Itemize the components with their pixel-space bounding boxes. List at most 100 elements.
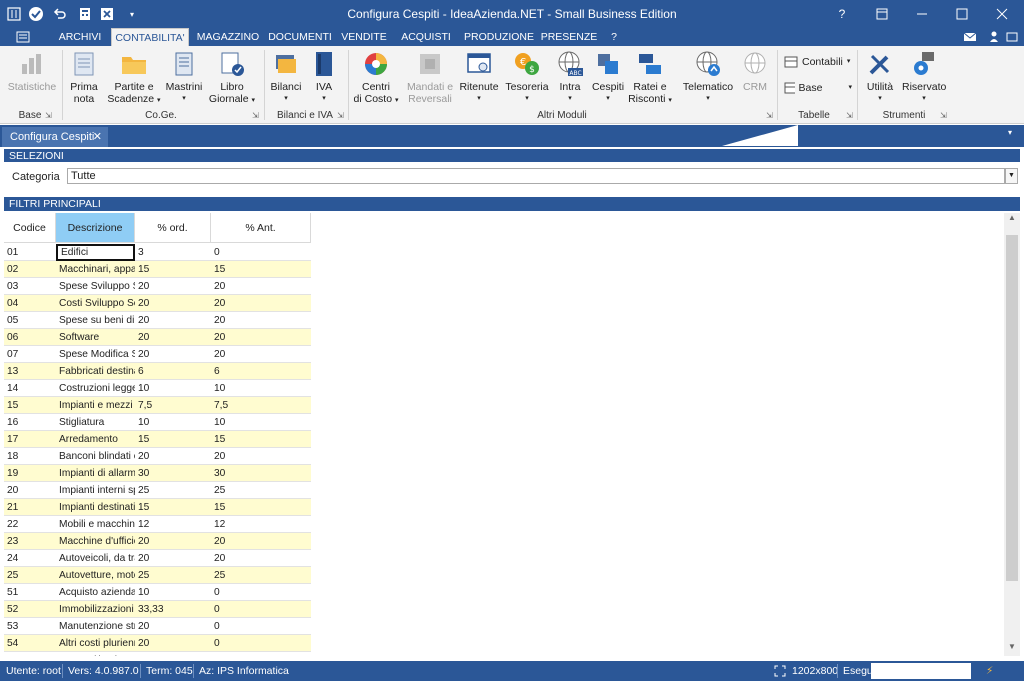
cell-perc-ord[interactable]: 20	[135, 346, 211, 363]
cell-codice[interactable]: 53	[4, 618, 56, 635]
layout-icon[interactable]	[1004, 28, 1020, 46]
lightning-icon[interactable]: ⚡	[986, 661, 993, 681]
cell-descrizione[interactable]: Costruzioni leggere	[56, 380, 135, 397]
cell-perc-ord[interactable]: 20	[135, 635, 211, 652]
cell-perc-ant[interactable]: 20	[211, 448, 311, 465]
cell-codice[interactable]: 51	[4, 584, 56, 601]
esegui-input[interactable]	[871, 663, 971, 679]
cell-perc-ant[interactable]: 20	[211, 533, 311, 550]
group-altri-launcher-icon[interactable]: ⇲	[766, 111, 773, 120]
bilanci-button[interactable]: Bilanci ▾	[268, 50, 304, 105]
group-coge-launcher-icon[interactable]: ⇲	[252, 111, 259, 120]
cell-perc-ord[interactable]: 12	[135, 516, 211, 533]
libro-giornale-button[interactable]: Libro Giornale ▾	[208, 50, 256, 107]
table-row[interactable]: 22Mobili e macchine ordinarie1212	[4, 516, 311, 533]
group-strumenti-launcher-icon[interactable]: ⇲	[940, 111, 947, 120]
cell-descrizione[interactable]: Impianti di allarme, ripresa	[56, 465, 135, 482]
column-header-descrizione[interactable]: Descrizione	[56, 213, 135, 243]
cell-perc-ant[interactable]: 25	[211, 567, 311, 584]
table-row[interactable]: 15Impianti e mezzi di sollevamento7,57,5	[4, 397, 311, 414]
ritenute-button[interactable]: Ritenute ▾	[458, 50, 500, 105]
cell-descrizione[interactable]: Mobili e macchine ordinarie	[56, 516, 135, 533]
cell-codice[interactable]: 13	[4, 363, 56, 380]
grid-vertical-scrollbar[interactable]: ▲ ▼	[1004, 213, 1020, 656]
cell-perc-ord[interactable]: 30	[135, 465, 211, 482]
cell-descrizione[interactable]: Manutenzione straordinaria	[56, 618, 135, 635]
table-row[interactable]: 18Banconi blindati o con cristalli2020	[4, 448, 311, 465]
group-bilanci-launcher-icon[interactable]: ⇲	[337, 111, 344, 120]
cell-descrizione[interactable]: Spese su beni di terzi	[56, 312, 135, 329]
cell-perc-ord[interactable]: 15	[135, 431, 211, 448]
cell-descrizione[interactable]: Macchinari, apparecchi	[56, 261, 135, 278]
table-row[interactable]: 13Fabbricati destinati66	[4, 363, 311, 380]
cell-codice[interactable]: 54	[4, 635, 56, 652]
cell-perc-ant[interactable]: 15	[211, 431, 311, 448]
cell-descrizione[interactable]: Acquisto azienda	[56, 584, 135, 601]
table-row[interactable]: 51 Acquisto azienda 10 0	[4, 584, 311, 601]
cell-perc-ord[interactable]: 20	[135, 312, 211, 329]
cell-perc-ant[interactable]: 0	[211, 635, 311, 652]
cell-perc-ant[interactable]: 20	[211, 278, 311, 295]
help-button[interactable]: ?	[822, 0, 862, 28]
table-row[interactable]: 25Autovetture, motoveicoli2525	[4, 567, 311, 584]
cell-codice[interactable]: 17	[4, 431, 56, 448]
iva-button[interactable]: IVA ▾	[308, 50, 340, 105]
menu-presenze[interactable]: PRESENZE	[540, 28, 598, 46]
fullscreen-icon[interactable]	[774, 661, 786, 681]
cell-perc-ant[interactable]: 30	[211, 465, 311, 482]
cell-perc-ant[interactable]: 12	[211, 516, 311, 533]
tesoreria-button[interactable]: € $ Tesoreria ▾	[504, 50, 550, 105]
centri-costo-button[interactable]: Centri di Costo ▾	[352, 50, 400, 107]
cell-descrizione[interactable]: Altri costi pluriennali	[56, 635, 135, 652]
table-row[interactable]: 20Impianti interni speciali2525	[4, 482, 311, 499]
riservato-button[interactable]: Riservato ▾	[902, 50, 946, 105]
cell-descrizione[interactable]: Stigliatura	[56, 414, 135, 431]
cell-perc-ord[interactable]: 20	[135, 618, 211, 635]
cell-descrizione[interactable]: Arredamento	[56, 431, 135, 448]
menu-acquisti[interactable]: ACQUISTI	[398, 28, 454, 46]
cell-perc-ord[interactable]: 20	[135, 448, 211, 465]
table-row[interactable]: 23Macchine d'ufficio elettroniche2020	[4, 533, 311, 550]
ratei-risconti-button[interactable]: Ratei e Risconti ▾	[628, 50, 672, 107]
table-row[interactable]: 54Altri costi pluriennali200	[4, 635, 311, 652]
cell-codice[interactable]: 04	[4, 295, 56, 312]
maximize-button[interactable]	[942, 0, 982, 28]
cell-perc-ant[interactable]: 0	[211, 618, 311, 635]
cell-codice[interactable]: 21	[4, 499, 56, 516]
cell-descrizione[interactable]: Impianti e mezzi di sollevamento	[56, 397, 135, 414]
cell-codice[interactable]: 19	[4, 465, 56, 482]
table-row[interactable]: 14Costruzioni leggere1010	[4, 380, 311, 397]
group-tabelle-launcher-icon[interactable]: ⇲	[846, 111, 853, 120]
cell-descrizione[interactable]: Impianti interni speciali	[56, 482, 135, 499]
categoria-select[interactable]: Tutte	[67, 168, 1005, 184]
quick-access-dropdown-icon[interactable]: ▾	[122, 4, 142, 24]
cell-descrizione[interactable]: Immobilizzazioni immateriali	[56, 601, 135, 618]
table-row[interactable]: 03Spese Sviluppo Software2020	[4, 278, 311, 295]
cell-codice[interactable]: 52	[4, 601, 56, 618]
partite-scadenze-button[interactable]: Partite e Scadenze ▾	[106, 50, 162, 107]
cell-descrizione[interactable]: Fabbricati destinati	[56, 363, 135, 380]
cell-perc-ant[interactable]: 20	[211, 550, 311, 567]
table-row[interactable]: 02Macchinari, apparecchi1515	[4, 261, 311, 278]
scroll-down-icon[interactable]: ▼	[1004, 642, 1020, 656]
column-header-perc-ord[interactable]: % ord.	[135, 213, 211, 243]
cell-descrizione[interactable]: Autoveicoli, da trasporto	[56, 550, 135, 567]
cell-codice[interactable]: 18	[4, 448, 56, 465]
cell-perc-ord[interactable]: 20	[135, 329, 211, 346]
cell-perc-ant[interactable]: 0	[211, 244, 311, 261]
cell-perc-ant[interactable]: 20	[211, 295, 311, 312]
app-icon[interactable]	[4, 4, 24, 24]
table-row[interactable]: 19Impianti di allarme, ripresa3030	[4, 465, 311, 482]
cell-codice[interactable]: 23	[4, 533, 56, 550]
column-header-codice[interactable]: Codice	[4, 213, 56, 243]
contabili-button[interactable]: Contabili ▾	[784, 56, 852, 68]
table-row[interactable]: 05Spese su beni di terzi2020	[4, 312, 311, 329]
cell-codice[interactable]: 02	[4, 261, 56, 278]
cell-codice[interactable]: 25	[4, 567, 56, 584]
crm-button[interactable]: CRM	[738, 50, 772, 93]
cell-descrizione[interactable]: Autovetture, motoveicoli	[56, 567, 135, 584]
cell-codice[interactable]: 01	[4, 244, 56, 261]
scroll-up-icon[interactable]: ▲	[1004, 213, 1020, 227]
group-base-launcher-icon[interactable]: ⇲	[45, 111, 52, 120]
cell-descrizione[interactable]: Spese d'impianto	[56, 652, 135, 656]
